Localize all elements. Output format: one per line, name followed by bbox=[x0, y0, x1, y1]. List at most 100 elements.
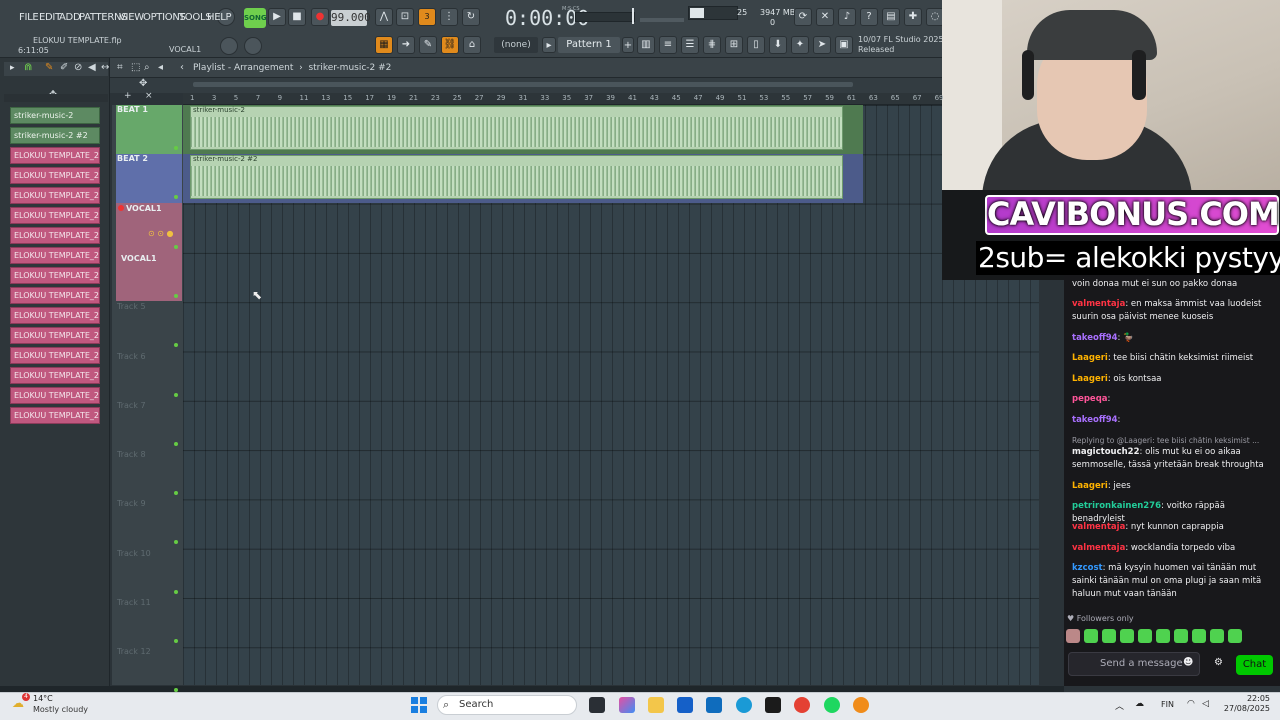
emote-icon[interactable] bbox=[1138, 629, 1152, 643]
tray-app-icon[interactable]: ☁ bbox=[1135, 699, 1144, 709]
chat-username[interactable]: Laageri bbox=[1072, 374, 1108, 384]
taskbar-search[interactable] bbox=[437, 695, 577, 715]
language-indicator[interactable]: FIN bbox=[1161, 700, 1174, 709]
task-view-icon[interactable] bbox=[589, 697, 605, 713]
browser-clip-item[interactable]: ELOKUU TEMPLATE_2025-... bbox=[10, 187, 100, 204]
store-icon[interactable] bbox=[677, 697, 693, 713]
shopping-icon[interactable]: ➤ bbox=[813, 36, 831, 54]
emote-icon[interactable] bbox=[1228, 629, 1242, 643]
track-enable-led[interactable] bbox=[174, 244, 178, 249]
plugin-picker-icon[interactable]: ⬇ bbox=[769, 36, 787, 54]
browser-clip-item[interactable]: ELOKUU TEMPLATE_2025-... bbox=[10, 287, 100, 304]
mixer-icon[interactable]: ⋕ bbox=[703, 36, 721, 54]
stamp-icon[interactable]: ⌂ bbox=[463, 36, 481, 54]
arrangement-back-icon[interactable]: ‹ bbox=[180, 62, 184, 73]
track-enable-led[interactable] bbox=[174, 441, 178, 446]
track-name[interactable]: Track 12 bbox=[117, 647, 181, 656]
browser-clip-item[interactable]: ELOKUU TEMPLATE_2025-... bbox=[10, 387, 100, 404]
pencil-tool-icon[interactable]: ✐ bbox=[60, 62, 68, 73]
track-name[interactable]: Track 7 bbox=[117, 401, 181, 410]
playlist-snap-icon[interactable]: ▦ bbox=[375, 36, 393, 54]
browser-clip-item[interactable]: ELOKUU TEMPLATE_2025-... bbox=[10, 327, 100, 344]
track-enable-led[interactable] bbox=[174, 293, 178, 298]
record-button[interactable]: ● bbox=[311, 8, 329, 26]
slip-tool-icon[interactable]: ↔ bbox=[101, 62, 109, 73]
track-name[interactable]: Track 8 bbox=[117, 450, 181, 459]
select-tool-icon[interactable]: ⬚ bbox=[131, 62, 140, 73]
mute-tool-icon[interactable]: ◀ bbox=[88, 62, 96, 73]
menu-file[interactable]: FILE bbox=[19, 12, 39, 23]
emote-bar[interactable] bbox=[1066, 628, 1276, 646]
save-icon[interactable]: ▤ bbox=[882, 8, 900, 26]
pitch-slider[interactable] bbox=[640, 18, 684, 22]
chat-username[interactable]: valmentaja bbox=[1072, 299, 1125, 309]
wifi-icon[interactable]: ◠ bbox=[1187, 699, 1195, 709]
countdown-button[interactable]: 3 bbox=[418, 8, 436, 26]
browser-pattern-item[interactable]: striker-music-2 #2 bbox=[10, 127, 100, 144]
settings-gear-icon[interactable]: ⚙ bbox=[1214, 657, 1223, 668]
edge-icon[interactable] bbox=[736, 697, 752, 713]
track-name[interactable]: BEAT 2 bbox=[117, 154, 181, 163]
playback-tool-icon[interactable]: ◂ bbox=[158, 62, 163, 73]
chat-username[interactable]: pepeqa bbox=[1072, 394, 1108, 404]
browser-clip-item[interactable]: ELOKUU TEMPLATE_2025-... bbox=[10, 207, 100, 224]
emote-icon[interactable] bbox=[1102, 629, 1116, 643]
close-track-icon[interactable]: × bbox=[145, 91, 153, 101]
slice-tool-icon[interactable]: ⌗ bbox=[117, 62, 123, 73]
playlist-move-icon[interactable]: ✥ bbox=[139, 78, 147, 89]
track-name[interactable]: Track 11 bbox=[117, 598, 181, 607]
magnet-icon[interactable]: ⋒ bbox=[24, 62, 32, 73]
song-mode-button[interactable]: SONG bbox=[244, 8, 267, 28]
refresh-icon[interactable]: ⟳ bbox=[794, 8, 812, 26]
paint-icon[interactable]: ✎ bbox=[45, 62, 53, 73]
terminal-icon[interactable] bbox=[765, 697, 781, 713]
pencil-icon[interactable]: ✎ bbox=[419, 36, 437, 54]
chat-username[interactable]: Laageri bbox=[1072, 481, 1108, 491]
blend-notes-icon[interactable]: ⋮ bbox=[440, 8, 458, 26]
channel-rack-icon[interactable]: ☰ bbox=[681, 36, 699, 54]
help-icon[interactable]: ? bbox=[860, 8, 878, 26]
panic-icon[interactable]: ✕ bbox=[816, 8, 834, 26]
chat-username[interactable]: valmentaja bbox=[1072, 543, 1125, 553]
emote-icon[interactable] bbox=[1210, 629, 1224, 643]
weather-temperature[interactable]: 14°C bbox=[33, 694, 53, 703]
chat-username[interactable]: Laageri bbox=[1072, 353, 1108, 363]
delete-tool-icon[interactable]: ⊘ bbox=[74, 62, 82, 73]
emote-icon[interactable] bbox=[1066, 629, 1080, 643]
emote-icon[interactable] bbox=[1120, 629, 1134, 643]
horizontal-scrollbar-thumb[interactable] bbox=[193, 82, 853, 87]
browser-clip-item[interactable]: ELOKUU TEMPLATE_2025-... bbox=[10, 147, 100, 164]
chat-username[interactable]: takeoff94 bbox=[1072, 415, 1118, 425]
spotify-icon[interactable] bbox=[824, 697, 840, 713]
wait-input-icon[interactable]: ⊡ bbox=[396, 8, 414, 26]
volume-icon[interactable]: ◁ bbox=[1202, 699, 1209, 709]
browser-clip-item[interactable]: ELOKUU TEMPLATE_2025-... bbox=[10, 227, 100, 244]
pattern-selector[interactable]: Pattern 1 bbox=[558, 37, 620, 53]
emote-icon[interactable] bbox=[1156, 629, 1170, 643]
pattern-prev-button[interactable]: ▸ bbox=[542, 37, 556, 53]
track-name[interactable]: Track 9 bbox=[117, 499, 181, 508]
copilot-icon[interactable] bbox=[619, 697, 635, 713]
loop-record-icon[interactable]: ↻ bbox=[462, 8, 480, 26]
record-arm-icon[interactable] bbox=[118, 205, 124, 211]
track-enable-led[interactable] bbox=[174, 589, 178, 594]
pattern-clip[interactable]: striker-music-2 #2 bbox=[190, 155, 843, 199]
mic-icon[interactable]: ♪ bbox=[838, 8, 856, 26]
track-name[interactable]: VOCAL1 bbox=[121, 254, 185, 263]
fl-studio-icon[interactable] bbox=[853, 697, 869, 713]
track-enable-led[interactable] bbox=[174, 392, 178, 397]
chrome-icon[interactable] bbox=[794, 697, 810, 713]
playlist-window-icon[interactable]: ▥ bbox=[637, 36, 655, 54]
plugin-database-icon[interactable]: ▯ bbox=[747, 36, 765, 54]
file-explorer-icon[interactable] bbox=[648, 697, 664, 713]
piano-roll-icon[interactable]: ≡ bbox=[659, 36, 677, 54]
tempo-display[interactable]: 99.000 bbox=[331, 10, 371, 26]
add-track-icon[interactable]: + bbox=[124, 91, 132, 101]
pattern-clip[interactable]: striker-music-2 bbox=[190, 106, 843, 150]
master-volume-slider[interactable] bbox=[575, 12, 635, 22]
track-name[interactable]: Track 5 bbox=[117, 302, 181, 311]
menu-view[interactable]: VIEW bbox=[119, 12, 144, 23]
link-icon[interactable]: ⛓ bbox=[441, 36, 459, 54]
stop-button[interactable]: ■ bbox=[288, 8, 306, 26]
tray-chevron-icon[interactable]: ︿ bbox=[1115, 699, 1124, 712]
